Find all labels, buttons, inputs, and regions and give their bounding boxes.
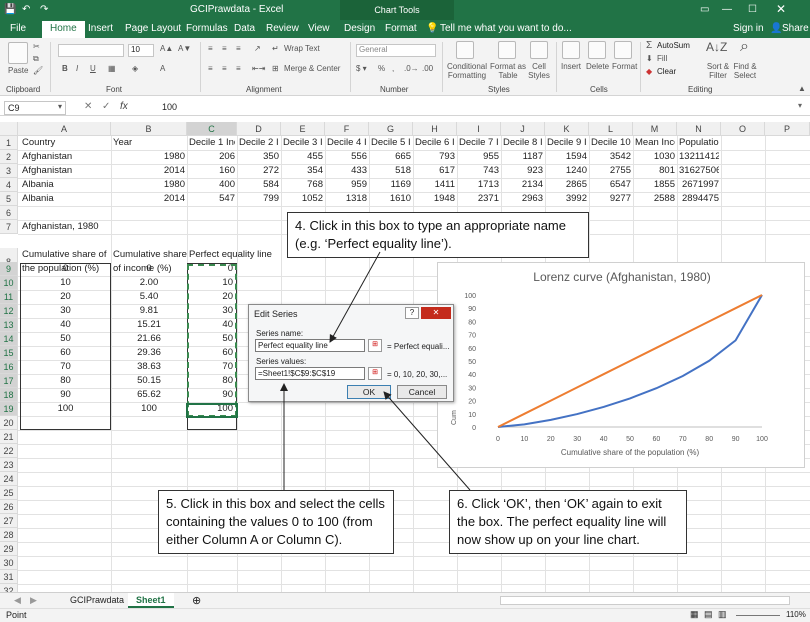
status-mode: Point: [6, 610, 27, 620]
zoom-level[interactable]: 110%: [786, 610, 806, 619]
page-break-view-icon[interactable]: ▥: [718, 609, 727, 620]
sheet-tabs-bar: ◀ ▶ GCIPrawdata Sheet1 ⊕: [0, 592, 810, 608]
callout-arrows: [280, 251, 471, 491]
arrow-step-6: [383, 391, 471, 491]
sheet-tab-sheet1[interactable]: Sheet1: [128, 593, 174, 608]
zoom-slider[interactable]: [736, 615, 780, 616]
status-bar: Point ▦ ▤ ▥ 110%: [0, 608, 810, 622]
sheet-tab-gciprawdata[interactable]: GCIPrawdata: [62, 593, 134, 608]
normal-view-icon[interactable]: ▦: [690, 609, 699, 620]
horizontal-scrollbar[interactable]: [500, 596, 790, 605]
next-sheet-icon[interactable]: ▶: [22, 593, 45, 608]
page-layout-view-icon[interactable]: ▤: [704, 609, 713, 620]
add-sheet-button[interactable]: ⊕: [184, 592, 209, 607]
arrow-step-4: [329, 251, 381, 343]
